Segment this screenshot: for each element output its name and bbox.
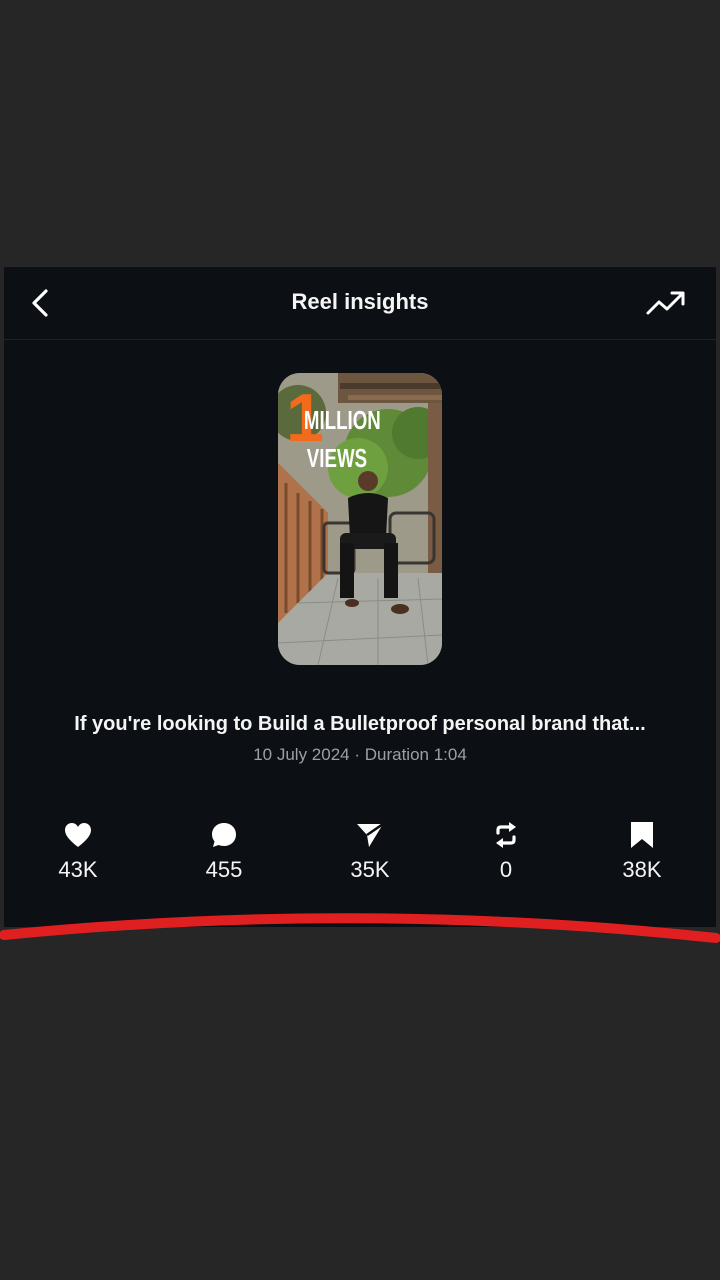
overlay-line1: MILLION xyxy=(304,405,381,435)
reel-insights-panel: Reel insights 1 MILLION VIEWS If you're … xyxy=(4,267,716,927)
header-bar: Reel insights xyxy=(4,267,716,340)
trending-up-icon xyxy=(646,291,685,315)
trend-button[interactable] xyxy=(644,287,688,319)
saves-stat[interactable]: 38K xyxy=(582,819,702,883)
page-title: Reel insights xyxy=(291,289,429,314)
repost-icon xyxy=(496,822,516,848)
reel-date-duration: 10 July 2024 · Duration 1:04 xyxy=(253,745,467,764)
likes-stat[interactable]: 43K xyxy=(18,819,138,883)
shares-count: 35K xyxy=(350,857,390,882)
reel-caption: If you're looking to Build a Bulletproof… xyxy=(74,713,646,735)
comment-icon xyxy=(212,823,236,847)
comments-count: 455 xyxy=(205,857,243,882)
reel-thumbnail[interactable]: 1 MILLION VIEWS xyxy=(278,373,442,665)
likes-count: 43K xyxy=(58,857,98,882)
overlay-line2: VIEWS xyxy=(307,443,367,473)
send-icon xyxy=(357,822,384,847)
comments-stat[interactable]: 455 xyxy=(164,819,284,883)
engagement-stats: 43K 455 35K 0 38K xyxy=(4,819,716,889)
reel-thumbnail-image: 1 MILLION VIEWS xyxy=(278,373,442,665)
bookmark-icon xyxy=(631,822,653,848)
reposts-stat[interactable]: 0 xyxy=(446,819,566,883)
shares-stat[interactable]: 35K xyxy=(310,819,430,883)
saves-count: 38K xyxy=(622,857,662,882)
red-annotation-underline xyxy=(0,913,720,943)
heart-icon xyxy=(65,823,91,847)
reposts-count: 0 xyxy=(499,857,513,882)
